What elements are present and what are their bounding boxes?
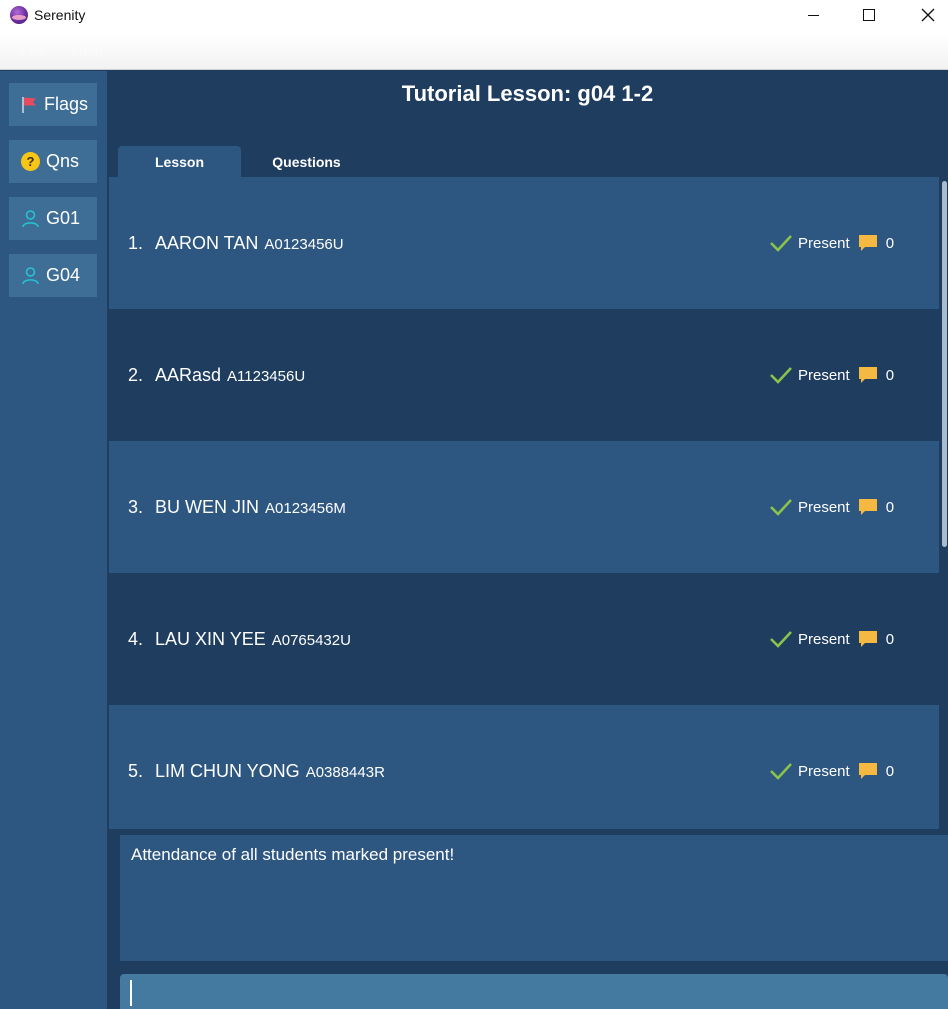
flag-icon	[21, 96, 38, 114]
person-icon	[21, 209, 40, 228]
command-input[interactable]	[120, 974, 948, 1009]
sidebar-item-g04[interactable]: G04	[9, 254, 97, 297]
student-id: A0388443R	[305, 763, 385, 781]
speech-bubble-icon	[858, 499, 877, 515]
list-item[interactable]: 3. BU WEN JIN A0123456M Present 0	[109, 441, 939, 573]
list-item[interactable]: 1. AARON TAN A0123456U Present 0	[109, 177, 939, 309]
attendance-status: Present 0	[769, 233, 894, 253]
speech-bubble-icon	[858, 763, 877, 779]
person-icon	[21, 266, 40, 285]
status-label: Present	[798, 630, 850, 648]
student-index: 5.	[128, 760, 144, 781]
student-name-group: AARasd A1123456U	[155, 365, 305, 386]
attendance-status: Present 0	[769, 629, 894, 649]
list-item[interactable]: 2. AARasd A1123456U Present 0	[109, 309, 939, 441]
student-index: 2.	[128, 364, 144, 385]
speech-bubble-icon	[858, 367, 877, 383]
participation-count: 0	[885, 498, 895, 516]
status-label: Present	[798, 366, 850, 384]
minimize-icon	[807, 14, 819, 16]
status-label: Present	[798, 498, 850, 516]
student-id: A0765432U	[271, 631, 351, 649]
attendance-status: Present 0	[769, 761, 894, 781]
sidebar: Flags ? Qns G01 G04	[0, 71, 107, 1009]
sidebar-item-qns[interactable]: ? Qns	[9, 140, 97, 183]
check-icon	[770, 499, 792, 516]
student-id: A1123456U	[227, 367, 306, 385]
student-name-group: BU WEN JIN A0123456M	[155, 497, 346, 518]
maximize-icon	[863, 9, 875, 21]
student-name-group: LIM CHUN YONG A0388443R	[155, 761, 385, 782]
list-item[interactable]: 4. LAU XIN YEE A0765432U Present 0	[109, 573, 939, 705]
maximize-button[interactable]	[840, 0, 898, 30]
student-index: 3.	[128, 496, 144, 517]
sidebar-item-label: Qns	[46, 151, 80, 171]
sidebar-item-flags[interactable]: Flags	[9, 83, 97, 126]
speech-bubble-icon	[858, 235, 877, 251]
close-icon	[921, 8, 935, 22]
check-icon	[770, 367, 792, 384]
check-icon	[770, 631, 792, 648]
student-name: LIM CHUN YONG	[155, 760, 300, 781]
tab-lesson[interactable]: Lesson	[118, 146, 241, 177]
attendance-status: Present 0	[769, 365, 894, 385]
participation-count: 0	[885, 762, 895, 780]
menu-bar: File Help	[0, 33, 948, 70]
student-name-group: AARON TAN A0123456U	[155, 233, 344, 254]
student-list[interactable]: 1. AARON TAN A0123456U Present 0 2. AARas…	[109, 177, 939, 829]
student-name: AARON TAN	[155, 232, 259, 253]
student-name: BU WEN JIN	[155, 496, 260, 517]
tab-questions[interactable]: Questions	[245, 146, 368, 177]
title-bar: Serenity	[0, 0, 948, 33]
student-name: AARasd	[155, 364, 222, 385]
list-scrollbar[interactable]	[941, 177, 948, 829]
student-id: A0123456M	[265, 499, 346, 517]
sidebar-item-label: G01	[46, 208, 81, 228]
menu-help[interactable]: Help	[72, 43, 103, 60]
student-id: A0123456U	[264, 235, 344, 253]
student-name-group: LAU XIN YEE A0765432U	[155, 629, 351, 650]
sidebar-item-g01[interactable]: G01	[9, 197, 97, 240]
check-icon	[770, 235, 792, 252]
status-label: Present	[798, 234, 850, 252]
page-title: Tutorial Lesson: g04 1-2	[401, 81, 654, 106]
speech-bubble-icon	[858, 631, 877, 647]
attendance-status: Present 0	[769, 497, 894, 517]
list-item[interactable]: 5. LIM CHUN YONG A0388443R Present 0	[109, 705, 939, 829]
student-index: 4.	[128, 628, 144, 649]
participation-count: 0	[885, 234, 895, 252]
result-display: Attendance of all students marked presen…	[120, 835, 948, 961]
status-label: Present	[798, 762, 850, 780]
scrollbar-thumb[interactable]	[942, 181, 947, 547]
student-name: LAU XIN YEE	[155, 628, 266, 649]
close-button[interactable]	[899, 0, 948, 30]
participation-count: 0	[885, 366, 895, 384]
window-title: Serenity	[34, 7, 86, 23]
sidebar-item-label: Flags	[44, 94, 89, 114]
main-panel: Tutorial Lesson: g04 1-2 Lesson Question…	[107, 71, 948, 1009]
participation-count: 0	[885, 630, 895, 648]
question-icon: ?	[21, 152, 40, 171]
menu-file[interactable]: File	[20, 43, 44, 60]
student-index: 1.	[128, 232, 144, 253]
check-icon	[770, 763, 792, 780]
minimize-button[interactable]	[784, 0, 842, 30]
sidebar-item-label: G04	[46, 265, 81, 285]
text-caret	[130, 980, 132, 1006]
app-logo-icon	[10, 6, 28, 24]
